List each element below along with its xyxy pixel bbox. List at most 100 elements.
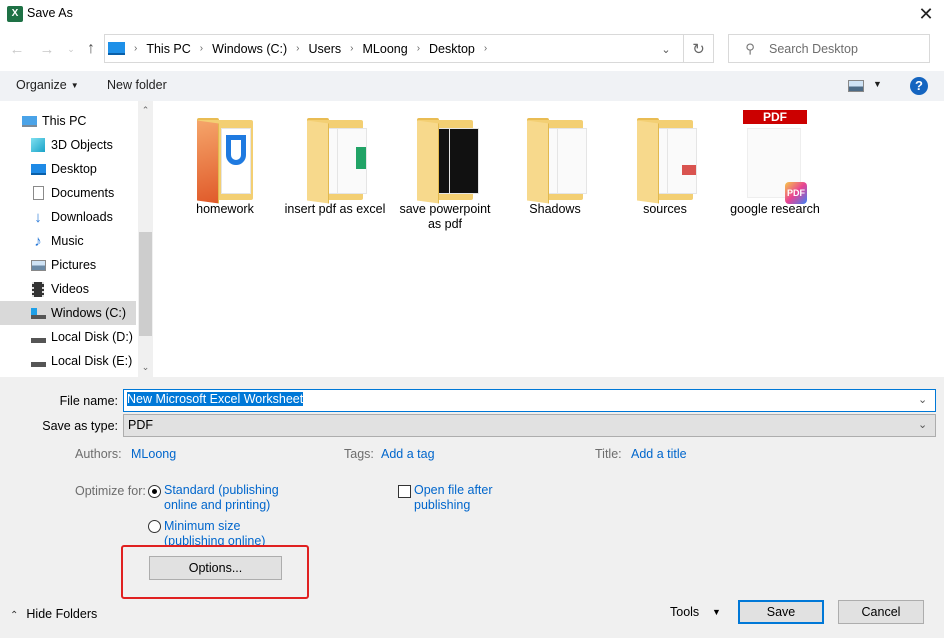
breadcrumb-separator[interactable]: › <box>200 43 203 54</box>
breadcrumb-separator[interactable]: › <box>484 43 487 54</box>
radio-standard[interactable] <box>148 485 161 498</box>
nav-item-documents[interactable]: Documents <box>0 181 136 205</box>
annotation-highlight-box <box>121 545 309 599</box>
pictures-icon <box>30 257 46 273</box>
video-icon <box>30 281 46 297</box>
nav-item-label: Music <box>51 234 84 248</box>
file-item-insert-pdf-as-excel[interactable]: insert pdf as excel <box>282 108 388 238</box>
search-input[interactable]: ⚲ Search Desktop <box>728 34 930 63</box>
hide-folders-button[interactable]: ⌃ Hide Folders <box>10 607 97 621</box>
hide-folders-label: Hide Folders <box>26 607 98 621</box>
breadcrumb-users[interactable]: Users <box>309 42 342 56</box>
open-after-publishing-checkbox[interactable] <box>398 485 411 498</box>
drive-icon <box>30 353 46 369</box>
authors-label: Authors: <box>75 447 122 461</box>
breadcrumb-desktop[interactable]: Desktop <box>429 42 475 56</box>
close-icon: ✕ <box>918 3 934 24</box>
nav-item-label: Desktop <box>51 162 97 176</box>
nav-item-3d-objects[interactable]: 3D Objects <box>0 133 136 157</box>
scroll-down-icon[interactable]: ⌄ <box>138 362 153 376</box>
nav-item-label: Local Disk (E:) <box>51 354 133 368</box>
breadcrumb-separator[interactable]: › <box>134 43 137 54</box>
pdf-file-icon: PDF PDF <box>743 108 807 204</box>
nav-item-label: This PC <box>42 114 87 128</box>
file-name-value: New Microsoft Excel Worksheet <box>127 392 304 406</box>
nav-item-desktop[interactable]: Desktop <box>0 157 136 181</box>
nav-item-local-disk-d[interactable]: Local Disk (D:) <box>0 325 136 349</box>
search-placeholder: Search Desktop <box>769 41 858 56</box>
nav-item-local-disk-e[interactable]: Local Disk (E:) <box>0 349 136 373</box>
breadcrumb-this-pc[interactable]: This PC <box>146 42 190 56</box>
refresh-icon: ↻ <box>692 40 705 58</box>
authors-field[interactable]: MLoong <box>131 447 176 461</box>
folder-icon <box>303 108 367 204</box>
address-bar[interactable]: › This PC › Windows (C:) › Users › MLoon… <box>104 34 684 63</box>
up-button[interactable]: ↑ <box>80 38 102 60</box>
file-name-input[interactable]: New Microsoft Excel Worksheet <box>123 389 936 412</box>
breadcrumb-separator[interactable]: › <box>296 43 299 54</box>
tags-field[interactable]: Add a tag <box>381 447 435 461</box>
pdf-banner: PDF <box>743 110 807 124</box>
breadcrumb-separator[interactable]: › <box>417 43 420 54</box>
nav-item-this-pc[interactable]: This PC <box>0 109 136 133</box>
save-as-type-value: PDF <box>128 418 153 432</box>
file-item-google-research[interactable]: PDF PDF google research <box>722 108 828 238</box>
view-options-caret-icon[interactable]: ▼ <box>873 79 882 89</box>
folder-icon <box>633 108 697 204</box>
help-icon[interactable]: ? <box>910 77 928 95</box>
tools-button[interactable]: Tools <box>670 605 699 619</box>
download-icon: ↓ <box>34 208 42 226</box>
file-name: Shadows <box>529 202 581 216</box>
scroll-up-icon[interactable]: ⌃ <box>138 105 153 119</box>
caret-down-icon: ▼ <box>70 81 79 91</box>
radio-minimum-size[interactable] <box>148 520 161 533</box>
nav-item-music[interactable]: ♪ Music <box>0 229 136 253</box>
breadcrumb-separator[interactable]: › <box>350 43 353 54</box>
nav-item-downloads[interactable]: ↓ Downloads <box>0 205 136 229</box>
cancel-button[interactable]: Cancel <box>838 600 924 624</box>
open-after-publishing-label[interactable]: Open file after publishing <box>414 483 504 513</box>
new-folder-button[interactable]: New folder <box>107 78 167 92</box>
nav-item-windows-c[interactable]: Windows (C:) <box>0 301 136 325</box>
file-name-label: File name: <box>59 394 118 408</box>
file-name: save powerpoint as pdf <box>399 202 491 231</box>
chevron-down-icon[interactable]: ⌄ <box>918 418 927 431</box>
scrollbar-thumb[interactable] <box>139 232 152 336</box>
caret-down-icon[interactable]: ▼ <box>712 607 721 617</box>
organize-button[interactable]: Organize ▼ <box>16 78 79 92</box>
file-name: sources <box>643 202 687 216</box>
radio-standard-label[interactable]: Standard (publishing online and printing… <box>164 483 294 513</box>
folder-icon <box>523 108 587 204</box>
file-item-save-powerpoint-as-pdf[interactable]: save powerpoint as pdf <box>392 108 498 238</box>
file-name: homework <box>196 202 254 216</box>
close-button[interactable]: ✕ <box>908 0 944 28</box>
breadcrumb-windows-c[interactable]: Windows (C:) <box>212 42 287 56</box>
file-item-homework[interactable]: homework <box>172 108 278 238</box>
nav-item-pictures[interactable]: Pictures <box>0 253 136 277</box>
file-item-sources[interactable]: sources <box>612 108 718 238</box>
back-button[interactable]: ← <box>6 38 28 60</box>
change-view-icon[interactable] <box>848 80 864 92</box>
arrow-up-icon: ↑ <box>87 40 95 57</box>
computer-icon <box>108 42 125 55</box>
nav-item-videos[interactable]: Videos <box>0 277 136 301</box>
refresh-button[interactable]: ↻ <box>684 34 714 63</box>
radio-minimum-size-label[interactable]: Minimum size (publishing online) <box>164 519 294 545</box>
save-as-type-select[interactable]: PDF <box>123 414 936 437</box>
nav-item-label: Local Disk (D:) <box>51 330 133 344</box>
file-item-shadows[interactable]: Shadows <box>502 108 608 238</box>
music-icon: ♪ <box>34 232 42 250</box>
nav-item-label: Videos <box>51 282 89 296</box>
address-history-dropdown[interactable]: ⌄ <box>654 38 678 60</box>
cube-icon <box>30 137 46 153</box>
recent-locations-button[interactable]: ⌄ <box>60 38 82 60</box>
forward-button[interactable]: → <box>36 38 58 60</box>
title-field[interactable]: Add a title <box>631 447 687 461</box>
save-as-type-label: Save as type: <box>42 419 118 433</box>
nav-item-label: Windows (C:) <box>51 306 127 320</box>
breadcrumb-mloong[interactable]: MLoong <box>363 42 408 56</box>
desktop-icon <box>30 161 46 177</box>
file-name: google research <box>730 202 820 216</box>
chevron-down-icon[interactable]: ⌄ <box>918 393 927 406</box>
save-button[interactable]: Save <box>738 600 824 624</box>
